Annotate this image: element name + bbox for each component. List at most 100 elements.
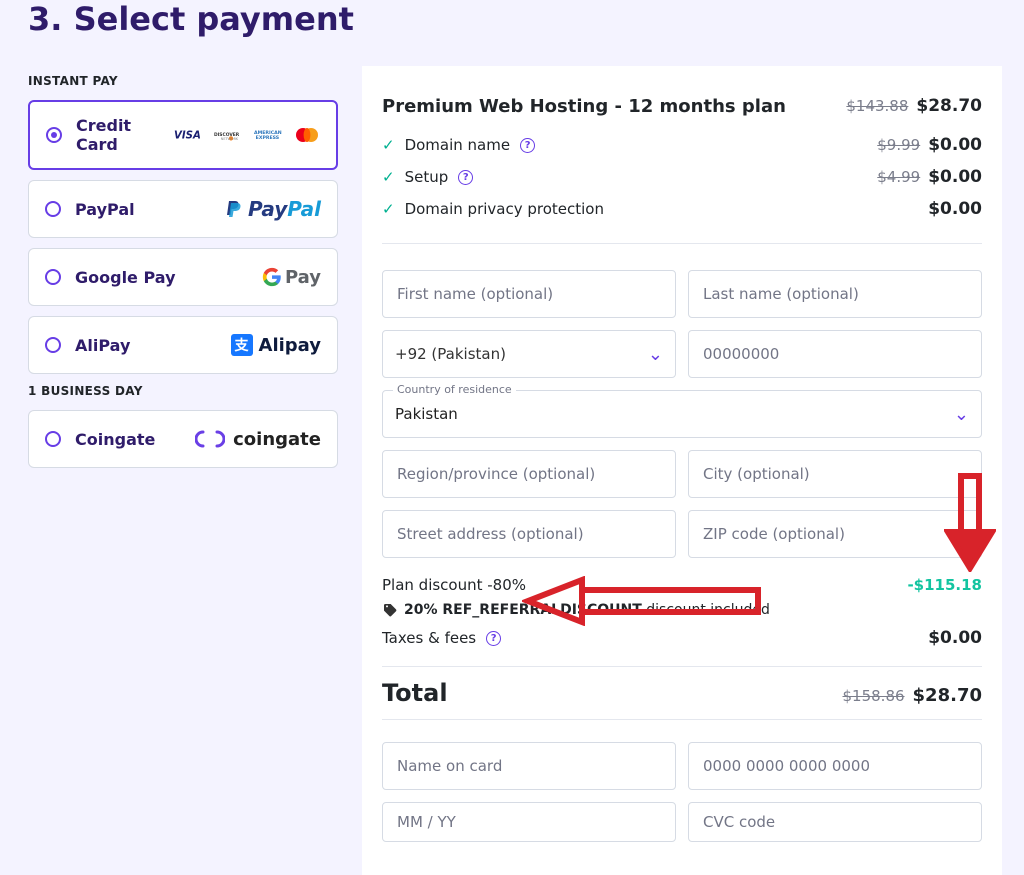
total-old-price: $158.86 <box>843 687 905 705</box>
help-icon[interactable]: ? <box>520 138 535 153</box>
city-input[interactable] <box>701 464 969 484</box>
check-icon: ✓ <box>382 200 395 218</box>
visa-icon: VISA <box>174 126 208 144</box>
billing-form: +92 (Pakistan) ⌄ Country of residence Pa… <box>382 270 982 558</box>
domain-old-price: $9.99 <box>877 136 920 154</box>
alipay-label: AliPay <box>75 336 130 355</box>
name-on-card-field[interactable] <box>382 742 676 790</box>
setup-label: Setup <box>405 168 449 186</box>
phone-input[interactable] <box>701 344 969 364</box>
gpay-text: Pay <box>285 267 321 288</box>
line-item-domain: ✓ Domain name ? $9.99 $0.00 <box>382 129 982 161</box>
discover-icon: DISCOVERNETWORK <box>214 126 248 144</box>
paypal-text-pal: Pal <box>287 197 321 221</box>
coupon-tail: discount included <box>642 602 770 618</box>
street-field[interactable] <box>382 510 676 558</box>
cvc-input[interactable] <box>701 812 969 832</box>
amex-icon: AMERICANEXPRESS <box>254 126 288 144</box>
section-heading: 3. Select payment <box>28 0 1024 38</box>
card-form <box>382 742 982 842</box>
coingate-icon <box>195 430 225 448</box>
paypal-logo: PayPal <box>226 197 321 221</box>
chevron-down-icon: ⌄ <box>648 344 663 365</box>
google-pay-label: Google Pay <box>75 268 176 287</box>
cvc-field[interactable] <box>688 802 982 842</box>
coingate-text: coingate <box>233 429 321 450</box>
dial-code-select[interactable]: +92 (Pakistan) ⌄ <box>382 330 676 378</box>
mastercard-icon <box>294 126 320 144</box>
coingate-label: Coingate <box>75 430 155 449</box>
payment-option-credit-card[interactable]: Credit Card VISA DISCOVERNETWORK AMERICA… <box>28 100 338 170</box>
line-item-privacy: ✓ Domain privacy protection $0.00 <box>382 193 982 225</box>
check-icon: ✓ <box>382 168 395 186</box>
instant-pay-label: INSTANT PAY <box>28 74 338 88</box>
country-float-label: Country of residence <box>393 383 516 396</box>
plan-price: $28.70 <box>916 96 982 116</box>
card-number-input[interactable] <box>701 756 969 776</box>
plan-old-price: $143.88 <box>846 97 908 115</box>
privacy-label: Domain privacy protection <box>405 200 604 218</box>
line-item-setup: ✓ Setup ? $4.99 $0.00 <box>382 161 982 193</box>
help-icon[interactable]: ? <box>486 631 501 646</box>
expiry-field[interactable] <box>382 802 676 842</box>
setup-old-price: $4.99 <box>877 168 920 186</box>
zip-input[interactable] <box>701 524 969 544</box>
plan-title: Premium Web Hosting - 12 months plan <box>382 96 786 117</box>
coupon-percent: 20% <box>404 602 442 618</box>
street-input[interactable] <box>395 524 663 544</box>
zip-field[interactable] <box>688 510 982 558</box>
dial-code-value: +92 (Pakistan) <box>395 345 648 363</box>
separator <box>382 719 982 720</box>
payment-methods-sidebar: INSTANT PAY Credit Card VISA DISCOVERNET… <box>28 66 338 478</box>
radio-coingate <box>45 431 61 447</box>
check-icon: ✓ <box>382 136 395 154</box>
credit-card-label: Credit Card <box>76 116 174 154</box>
taxes-amount: $0.00 <box>928 628 982 648</box>
last-name-field[interactable] <box>688 270 982 318</box>
privacy-price: $0.00 <box>928 199 982 219</box>
first-name-input[interactable] <box>395 284 663 304</box>
total-price: $28.70 <box>913 685 982 706</box>
one-business-day-label: 1 BUSINESS DAY <box>28 384 338 398</box>
setup-price: $0.00 <box>928 167 982 187</box>
alipay-square-icon: 支 <box>231 334 253 356</box>
svg-text:VISA: VISA <box>174 130 201 141</box>
expiry-input[interactable] <box>395 812 663 832</box>
phone-field[interactable] <box>688 330 982 378</box>
google-g-icon <box>262 267 282 287</box>
total-label: Total <box>382 679 448 707</box>
separator <box>382 666 982 667</box>
plan-discount-amount: -$115.18 <box>907 576 982 594</box>
separator <box>382 243 982 244</box>
tag-icon <box>382 602 398 618</box>
radio-google-pay <box>45 269 61 285</box>
region-input[interactable] <box>395 464 663 484</box>
coupon-code: REF_REFERRALDISCOUNT <box>442 602 641 618</box>
radio-credit-card <box>46 127 62 143</box>
coupon-line: 20% REF_REFERRALDISCOUNT discount includ… <box>382 602 982 618</box>
plan-discount-label: Plan discount -80% <box>382 576 526 594</box>
payment-option-alipay[interactable]: AliPay 支 Alipay <box>28 316 338 374</box>
coingate-logo: coingate <box>195 429 321 450</box>
alipay-logo: 支 Alipay <box>231 334 321 356</box>
google-pay-logo: Pay <box>262 267 321 288</box>
region-field[interactable] <box>382 450 676 498</box>
country-select[interactable]: Country of residence Pakistan ⌄ <box>382 390 982 438</box>
country-value: Pakistan <box>395 405 954 423</box>
chevron-down-icon: ⌄ <box>954 404 969 425</box>
paypal-label: PayPal <box>75 200 135 219</box>
alipay-text: Alipay <box>259 335 321 356</box>
help-icon[interactable]: ? <box>458 170 473 185</box>
payment-option-coingate[interactable]: Coingate coingate <box>28 410 338 468</box>
payment-option-google-pay[interactable]: Google Pay Pay <box>28 248 338 306</box>
card-brand-logos: VISA DISCOVERNETWORK AMERICANEXPRESS <box>174 126 320 144</box>
domain-price: $0.00 <box>928 135 982 155</box>
first-name-field[interactable] <box>382 270 676 318</box>
card-number-field[interactable] <box>688 742 982 790</box>
paypal-text-pay: Pay <box>248 197 287 221</box>
city-field[interactable] <box>688 450 982 498</box>
last-name-input[interactable] <box>701 284 969 304</box>
payment-option-paypal[interactable]: PayPal PayPal <box>28 180 338 238</box>
paypal-p-icon <box>226 199 242 219</box>
name-on-card-input[interactable] <box>395 756 663 776</box>
